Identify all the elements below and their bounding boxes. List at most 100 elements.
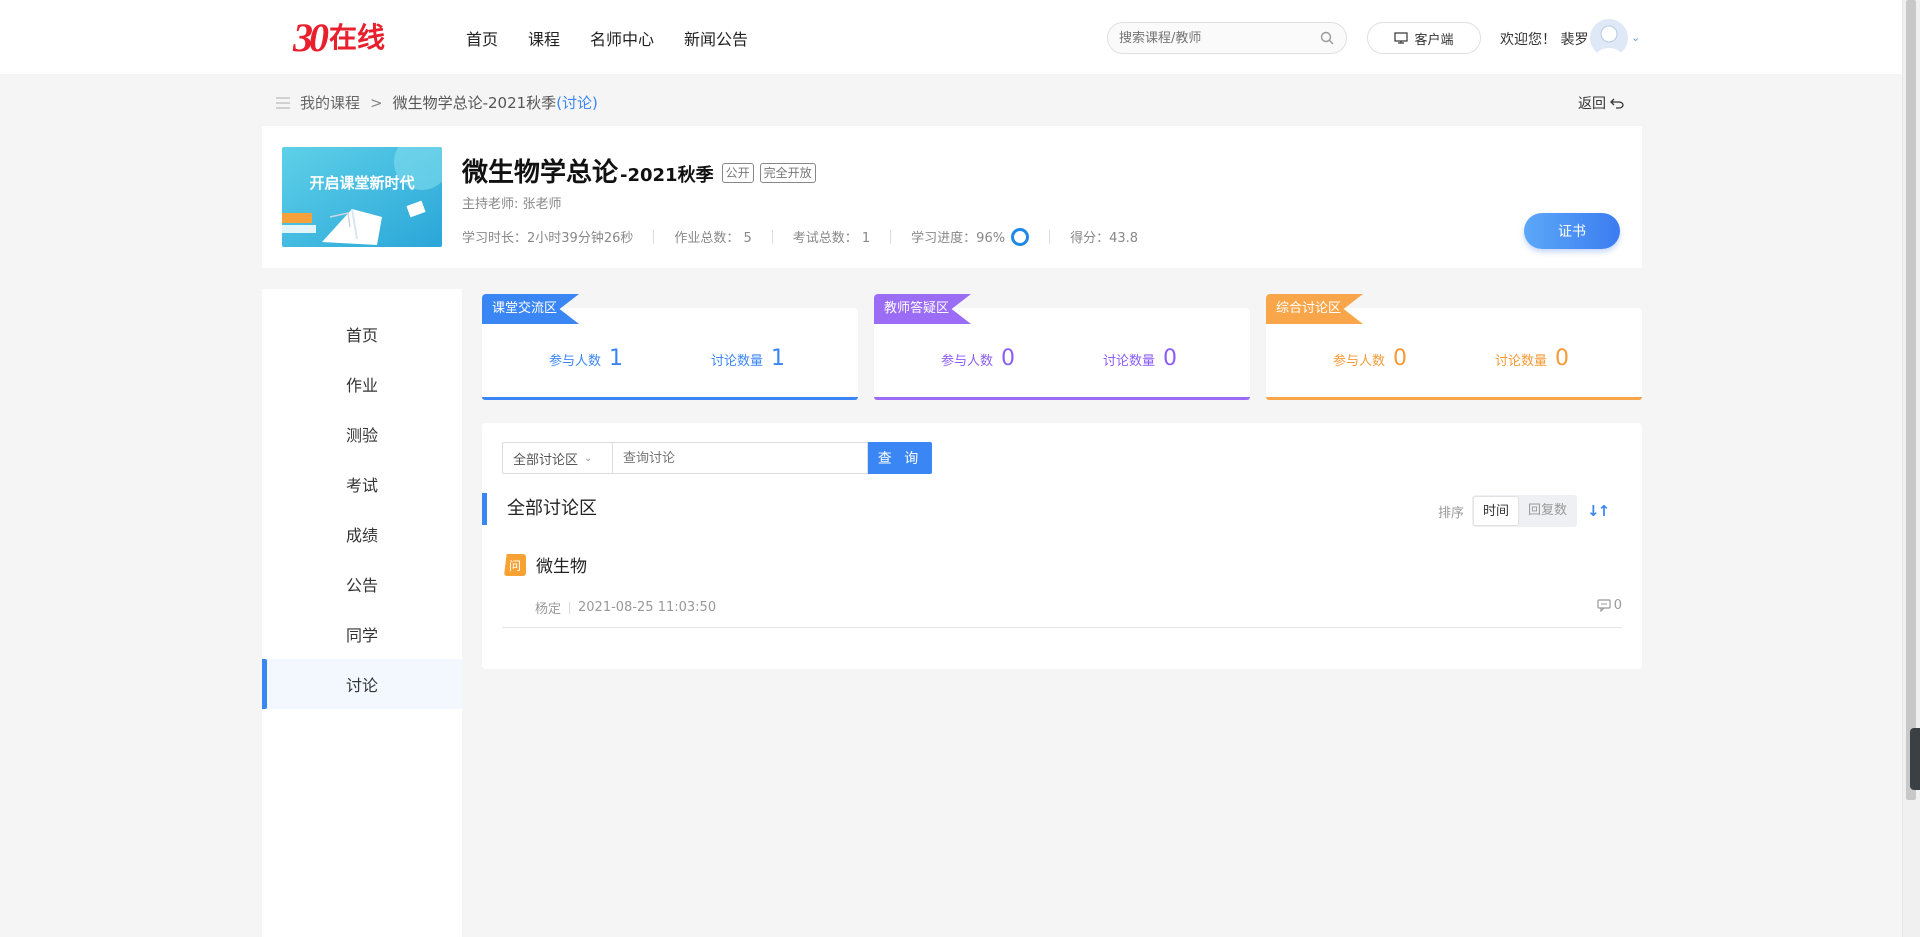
nav-courses[interactable]: 课程 bbox=[528, 26, 560, 50]
course-cover-image: 开启课堂新时代 bbox=[282, 147, 442, 247]
nav-teachers[interactable]: 名师中心 bbox=[590, 26, 654, 50]
sidebar-item-grades[interactable]: 成绩 bbox=[262, 509, 462, 559]
search-input[interactable] bbox=[1119, 23, 1319, 53]
sidebar-item-homework[interactable]: 作业 bbox=[262, 359, 462, 409]
area-select[interactable]: 全部讨论区 ⌄ bbox=[502, 442, 612, 474]
logo-number: 30 bbox=[293, 15, 329, 60]
client-download-button[interactable]: 客户端 bbox=[1367, 22, 1481, 54]
discussion-filter: 全部讨论区 ⌄ 查 询 bbox=[502, 442, 932, 474]
zone-label: 课堂交流区 bbox=[482, 294, 580, 324]
sort-control: 排序 时间 回复数 ↓↑ bbox=[1438, 495, 1610, 527]
user-avatar[interactable] bbox=[1590, 19, 1628, 57]
sidebar-item-exam[interactable]: 考试 bbox=[262, 459, 462, 509]
course-title: 微生物学总论 -2021秋季 公开 完全开放 bbox=[462, 152, 816, 189]
post-title[interactable]: 微生物 bbox=[536, 552, 587, 577]
breadcrumb-separator: > bbox=[370, 93, 383, 112]
tag-open: 完全开放 bbox=[759, 163, 816, 183]
back-button[interactable]: 返回 bbox=[1578, 93, 1624, 113]
zone-card-class-exchange[interactable]: 课堂交流区 参与人数 1 讨论数量 1 bbox=[482, 294, 858, 400]
stat-divider bbox=[771, 229, 773, 244]
zone-participants: 参与人数 1 bbox=[549, 346, 623, 371]
zone-accent-bar bbox=[482, 397, 858, 400]
cover-slogan: 开启课堂新时代 bbox=[309, 174, 414, 192]
breadcrumb: 我的课程 > 微生物学总论-2021秋季 (讨论) bbox=[276, 92, 598, 113]
breadcrumb-root[interactable]: 我的课程 bbox=[300, 92, 360, 113]
zone-discussions: 讨论数量 0 bbox=[1103, 346, 1177, 371]
chevron-down-icon[interactable]: ⌄ bbox=[1631, 31, 1640, 44]
course-sidebar: 首页 作业 测验 考试 成绩 公告 同学 讨论 bbox=[262, 289, 462, 937]
sort-label: 排序 bbox=[1438, 505, 1465, 521]
question-badge-icon: 问 bbox=[504, 554, 526, 576]
stat-study-time: 学习时长：2小时39分钟26秒 bbox=[462, 231, 634, 246]
course-name: 微生物学总论 bbox=[462, 158, 619, 188]
zone-discussions: 讨论数量 0 bbox=[1495, 346, 1569, 371]
progress-ring-icon bbox=[1011, 227, 1030, 246]
participants-label: 参与人数 bbox=[941, 354, 994, 369]
certificate-button[interactable]: 证书 bbox=[1524, 213, 1620, 249]
course-stats: 学习时长：2小时39分钟26秒 作业总数： 5 考试总数： 1 学习进度：96%… bbox=[462, 227, 1138, 246]
course-host: 主持老师: 张老师 bbox=[462, 197, 562, 212]
discussions-count: 1 bbox=[771, 346, 786, 371]
menu-icon bbox=[276, 96, 290, 109]
course-header-card: 开启课堂新时代 微生物学总论 -2021秋季 公开 完全开放 主持老师: 张老师… bbox=[262, 126, 1642, 268]
logo-text: 在线 bbox=[329, 21, 386, 54]
main-nav: 首页 课程 名师中心 新闻公告 bbox=[466, 26, 778, 50]
stat-homework: 作业总数： 5 bbox=[674, 231, 752, 246]
zone-accent-bar bbox=[1266, 397, 1642, 400]
top-header: 30 在线 首页 课程 名师中心 新闻公告 客户端 欢迎您！ 裴罗 ⌄ bbox=[0, 0, 1902, 74]
post-meta: 杨定 2021-08-25 11:03:50 bbox=[535, 598, 716, 617]
discussions-label: 讨论数量 bbox=[1495, 354, 1548, 369]
search-icon[interactable] bbox=[1320, 31, 1334, 45]
participants-count: 0 bbox=[1001, 346, 1016, 371]
breadcrumb-highlight: (讨论) bbox=[556, 94, 598, 112]
site-logo[interactable]: 30 在线 bbox=[293, 15, 386, 60]
discussions-count: 0 bbox=[1163, 346, 1178, 371]
participants-label: 参与人数 bbox=[549, 354, 602, 369]
stat-divider bbox=[653, 229, 655, 244]
welcome-text: 欢迎您！ 裴罗 bbox=[1500, 32, 1589, 48]
nav-news[interactable]: 新闻公告 bbox=[684, 26, 748, 50]
zone-card-teacher-qa[interactable]: 教师答疑区 参与人数 0 讨论数量 0 bbox=[874, 294, 1250, 400]
stat-divider bbox=[1049, 229, 1051, 244]
search-box bbox=[1107, 22, 1347, 54]
participants-count: 0 bbox=[1393, 346, 1408, 371]
discussions-label: 讨论数量 bbox=[1103, 354, 1156, 369]
sidebar-item-home[interactable]: 首页 bbox=[262, 309, 462, 359]
sidebar-item-classmates[interactable]: 同学 bbox=[262, 609, 462, 659]
query-button[interactable]: 查 询 bbox=[868, 442, 932, 474]
sidebar-item-discussion[interactable]: 讨论 bbox=[262, 659, 462, 709]
discussions-count: 0 bbox=[1555, 346, 1570, 371]
floating-side-tab[interactable] bbox=[1910, 728, 1920, 790]
avatar-icon bbox=[1596, 25, 1622, 57]
sidebar-item-announcements[interactable]: 公告 bbox=[262, 559, 462, 609]
discussion-search-input[interactable] bbox=[612, 442, 868, 474]
sort-direction-icon[interactable]: ↓↑ bbox=[1587, 502, 1610, 520]
sidebar-item-quiz[interactable]: 测验 bbox=[262, 409, 462, 459]
discussion-panel: 全部讨论区 ⌄ 查 询 全部讨论区 排序 时间 回复数 ↓↑ 问 微生物 杨定 … bbox=[482, 423, 1642, 669]
page-scrollbar[interactable] bbox=[1902, 0, 1920, 937]
stat-exam: 考试总数： 1 bbox=[792, 231, 871, 246]
zone-label: 综合讨论区 bbox=[1266, 294, 1364, 324]
stat-divider bbox=[890, 229, 892, 244]
post-time: 2021-08-25 11:03:50 bbox=[578, 600, 717, 615]
zone-discussions: 讨论数量 1 bbox=[711, 346, 785, 371]
stat-progress-text: 学习进度：96% bbox=[911, 231, 1006, 246]
nav-home[interactable]: 首页 bbox=[466, 26, 498, 50]
discussions-label: 讨论数量 bbox=[711, 354, 764, 369]
area-select-value: 全部讨论区 bbox=[513, 452, 579, 468]
tag-public: 公开 bbox=[721, 163, 754, 183]
sort-by-time[interactable]: 时间 bbox=[1473, 496, 1520, 526]
sort-by-replies[interactable]: 回复数 bbox=[1519, 496, 1576, 526]
back-label: 返回 bbox=[1578, 96, 1606, 112]
list-item[interactable]: 问 微生物 杨定 2021-08-25 11:03:50 0 bbox=[502, 550, 1622, 628]
zone-participants: 参与人数 0 bbox=[1333, 346, 1407, 371]
zone-card-general[interactable]: 综合讨论区 参与人数 0 讨论数量 0 bbox=[1266, 294, 1642, 400]
scrollbar-thumb[interactable] bbox=[1906, 0, 1916, 800]
meta-divider bbox=[569, 601, 571, 614]
zone-accent-bar bbox=[874, 397, 1250, 400]
stat-progress: 学习进度：96% bbox=[911, 227, 1030, 246]
zone-participants: 参与人数 0 bbox=[941, 346, 1015, 371]
post-replies: 0 bbox=[1597, 598, 1622, 613]
participants-label: 参与人数 bbox=[1333, 354, 1386, 369]
course-term: -2021秋季 bbox=[620, 165, 714, 186]
